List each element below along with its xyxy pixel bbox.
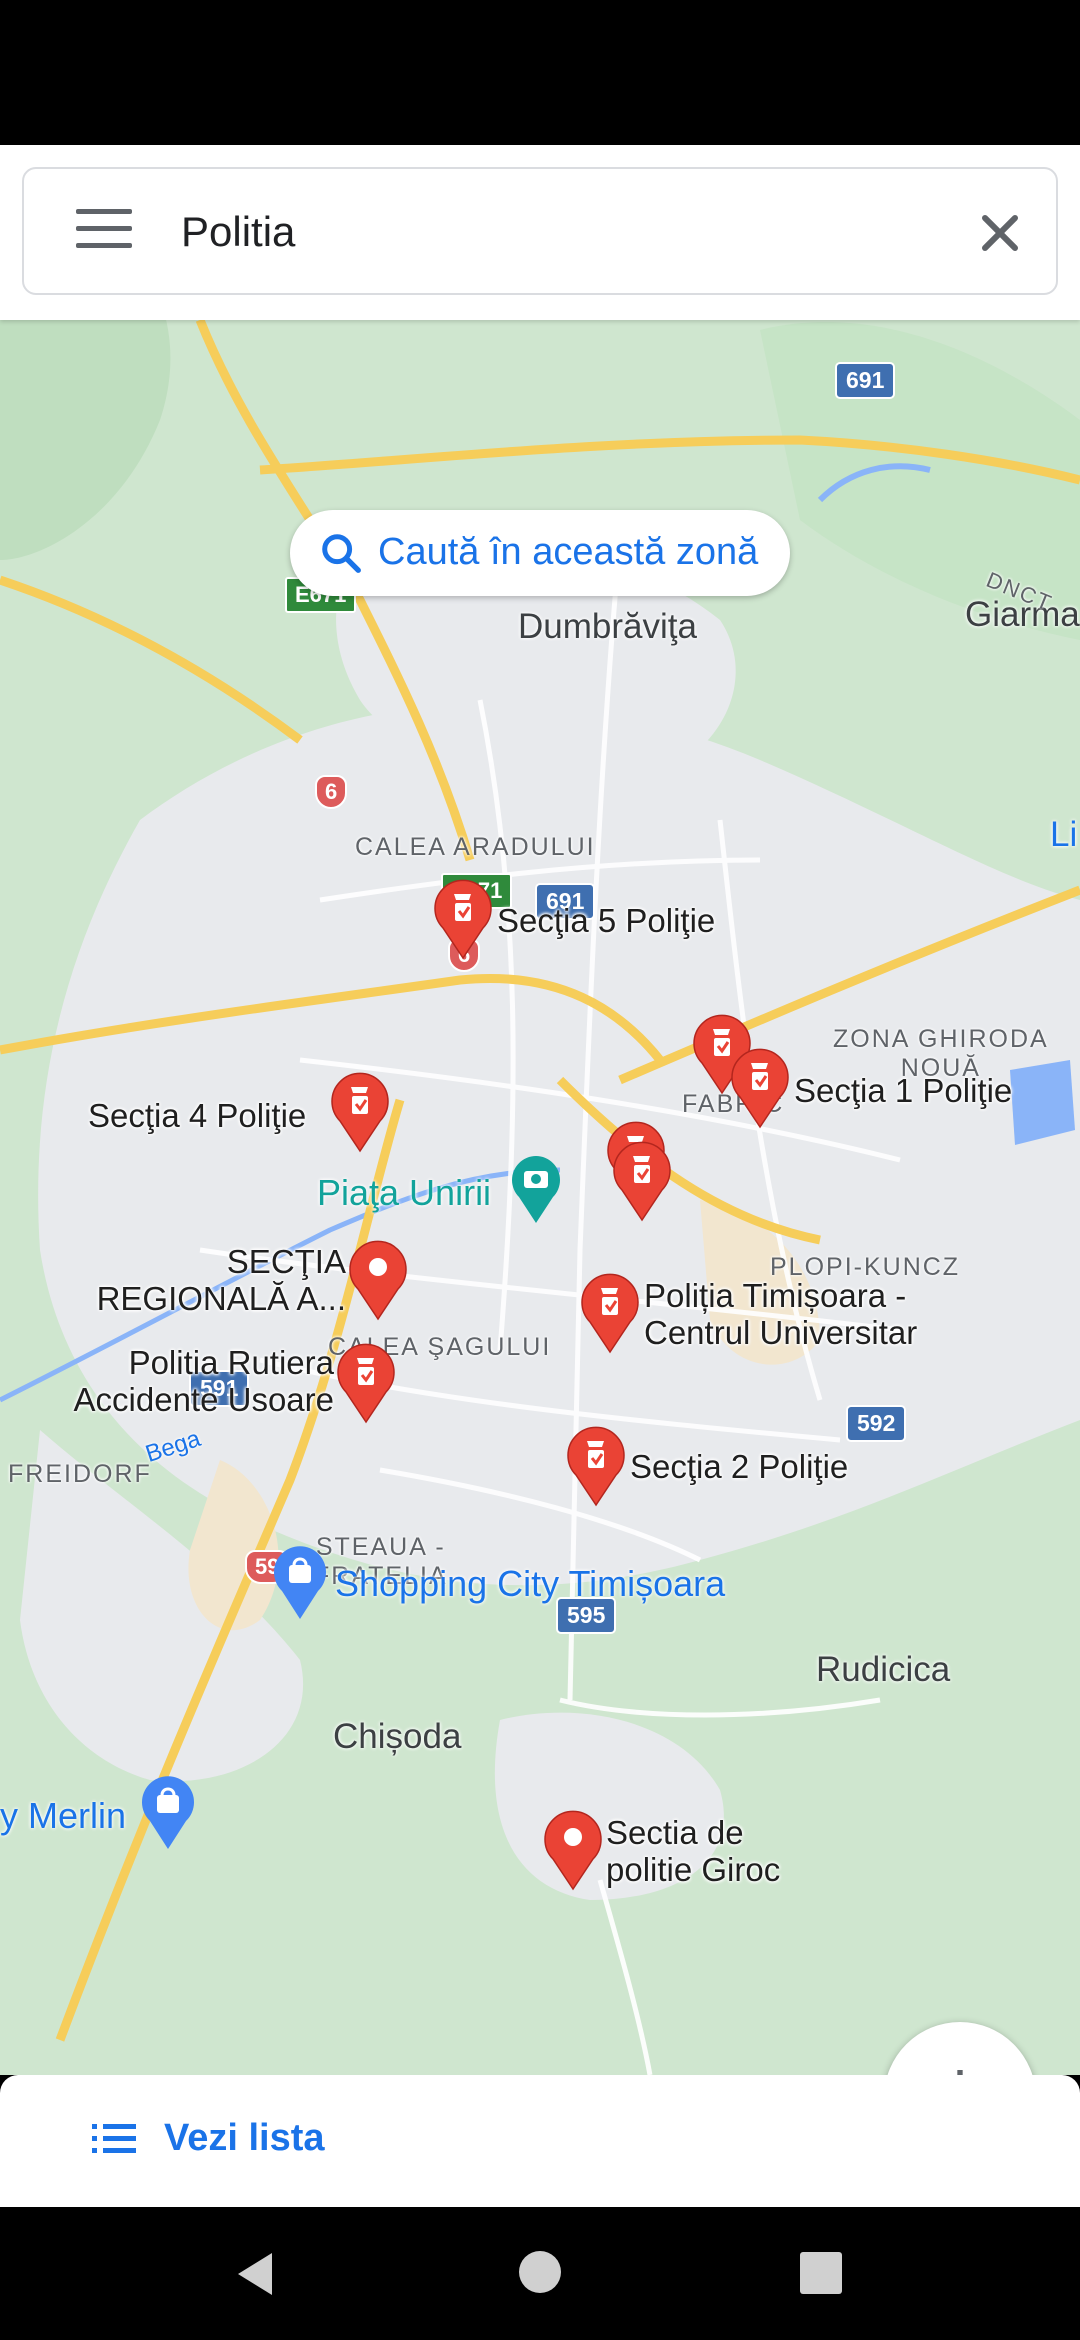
poi-label-merlin: y Merlin (0, 1795, 127, 1836)
location-pin-icon[interactable] (543, 1809, 603, 1891)
place-label-rudicica: Rudicica (816, 1650, 951, 1689)
location-pin-icon[interactable] (348, 1239, 408, 1321)
list-icon (92, 2124, 136, 2153)
police-pin-icon[interactable] (730, 1047, 790, 1129)
search-box[interactable] (22, 167, 1058, 295)
result-label-sectia-4[interactable]: Secţia 4 Poliţie (88, 1097, 306, 1134)
result-label-sectia-5[interactable]: Secţia 5 Poliţie (497, 902, 715, 939)
result-label-sectia-1[interactable]: Secţia 1 Poliţie (794, 1072, 1012, 1109)
home-icon[interactable] (518, 2250, 562, 2294)
bottom-sheet: Vezi lista (0, 2075, 1080, 2207)
police-pin-icon[interactable] (612, 1140, 672, 1222)
search-icon (322, 534, 361, 573)
navigation-bar (0, 2207, 1080, 2340)
map-view[interactable]: Caută în această zonă 691 E671 6 E671 69… (0, 145, 1080, 2075)
poi-piata-unirii[interactable] (509, 1153, 563, 1230)
road-shield-6: 6 (315, 775, 348, 809)
police-pin-icon[interactable] (336, 1342, 396, 1424)
area-label-calea-aradului: CALEA ARADULUI (355, 833, 596, 861)
status-bar (0, 0, 1080, 145)
search-this-area-button[interactable]: Caută în această zonă (290, 510, 790, 596)
poi-label-shopping-city: Shopping City Timișoara (335, 1563, 726, 1604)
place-label-chisoda: Chișoda (333, 1717, 462, 1756)
result-label-centrul-universitar[interactable]: Poliția Timișoara - Centrul Universitar (644, 1277, 917, 1351)
menu-icon[interactable] (76, 209, 132, 253)
crosshair-location-icon (957, 2070, 963, 2075)
police-pin-icon[interactable] (433, 878, 493, 960)
close-icon[interactable] (970, 203, 1030, 263)
police-pin-icon[interactable] (580, 1272, 640, 1354)
place-label-dumbravita: Dumbrăviţa (518, 607, 697, 646)
search-card (0, 145, 1080, 320)
recents-icon[interactable] (800, 2252, 842, 2294)
view-list-label: Vezi lista (164, 2117, 325, 2159)
shopping-pin-icon[interactable] (140, 1773, 196, 1851)
place-label-li: Li (1050, 815, 1078, 854)
poi-label-piata-unirii: Piaţa Unirii (317, 1172, 492, 1213)
search-input[interactable] (179, 199, 943, 265)
shopping-pin-icon (274, 1546, 326, 1619)
result-label-giroc[interactable]: Sectia de politie Giroc (606, 1814, 780, 1888)
road-shield-592: 592 (846, 1405, 907, 1442)
result-label-sectia-2[interactable]: Secţia 2 Poliţie (630, 1448, 848, 1485)
result-label-politia-rutiera[interactable]: Politia Rutiera Accidente Usoare (40, 1344, 334, 1418)
road-shield-691: 691 (835, 362, 896, 399)
police-pin-icon[interactable] (566, 1425, 626, 1507)
police-pin-icon[interactable] (330, 1071, 390, 1153)
search-this-area-label: Caută în această zonă (378, 531, 759, 573)
camera-pin-icon (512, 1156, 560, 1223)
result-label-sectia-regionala[interactable]: SECŢIA REGIONALĂ A... (92, 1243, 346, 1317)
area-label-freidorf: FREIDORF (8, 1460, 152, 1488)
back-icon[interactable] (232, 2249, 280, 2299)
